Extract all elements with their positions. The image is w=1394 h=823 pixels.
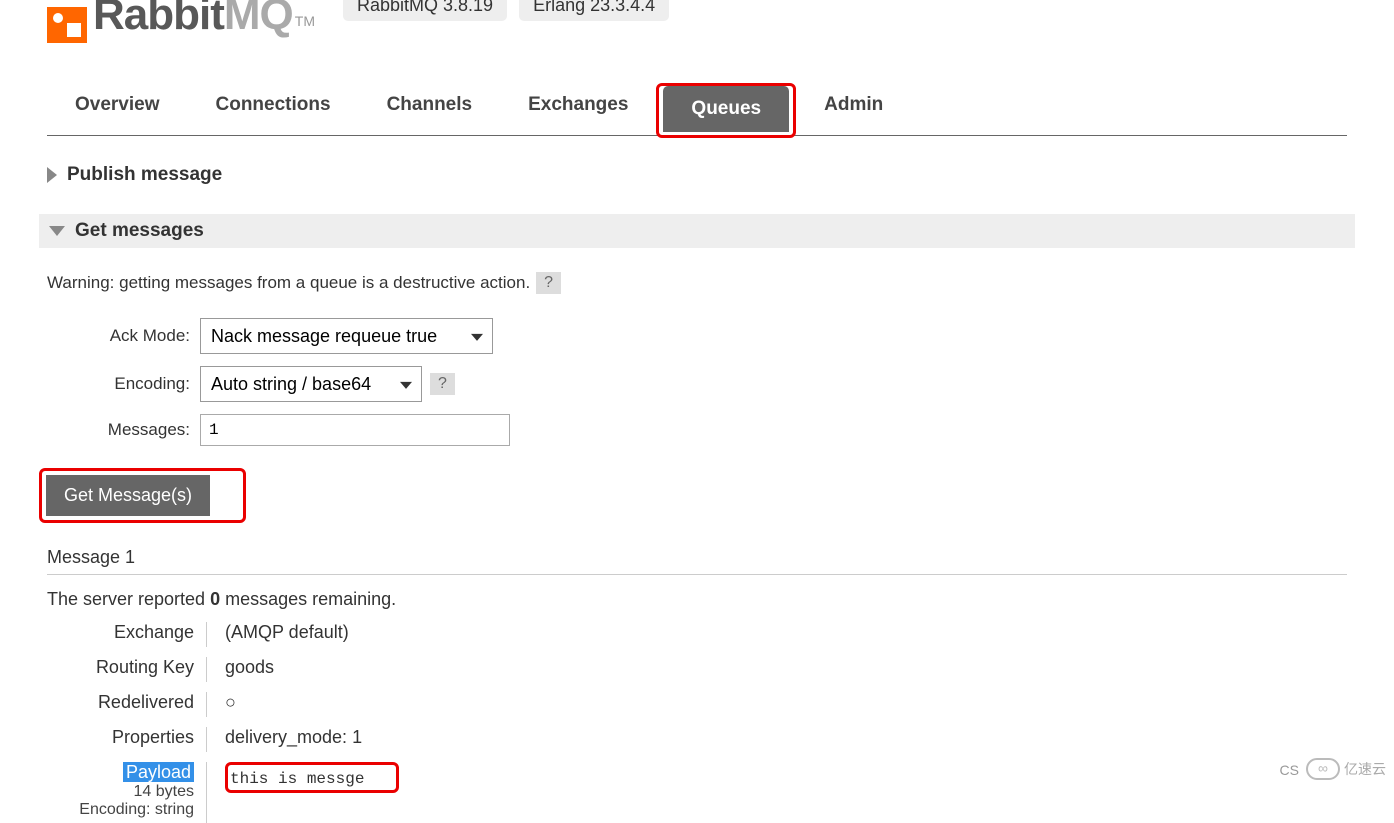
messages-input[interactable] (200, 414, 510, 446)
watermark-cs: CS (1280, 762, 1299, 778)
watermark-brand-text: 亿速云 (1344, 759, 1386, 779)
tab-connections[interactable]: Connections (188, 80, 359, 135)
encoding-label: Encoding: (47, 374, 200, 394)
get-messages-button-highlight: Get Message(s) (39, 468, 246, 523)
encoding-select[interactable]: Auto string / base64 (200, 366, 422, 402)
ack-mode-label: Ack Mode: (47, 326, 200, 346)
logo-text-1: Rabbit (93, 0, 224, 40)
messages-label: Messages: (47, 420, 200, 440)
remaining-post: messages remaining. (220, 589, 396, 609)
properties-val: 1 (352, 727, 362, 747)
properties-key: delivery_mode: (225, 727, 347, 747)
tab-queues-highlight: Queues (656, 83, 796, 138)
payload-value: this is messge (230, 770, 364, 788)
payload-value-cell: this is messge (225, 762, 1347, 823)
warning-help-button[interactable]: ? (536, 272, 561, 294)
section-get-messages: Get messages Warning: getting messages f… (47, 214, 1347, 823)
properties-label: Properties (47, 727, 207, 752)
tab-admin[interactable]: Admin (796, 80, 911, 135)
get-messages-form: Ack Mode: Nack message requeue true Enco… (47, 318, 1347, 446)
redelivered-label: Redelivered (47, 692, 207, 717)
payload-encoding: Encoding: string (47, 801, 194, 819)
cloud-icon (1306, 758, 1340, 780)
payload-label: Payload (123, 762, 194, 782)
ack-mode-select[interactable]: Nack message requeue true (200, 318, 493, 354)
payload-label-cell: Payload 14 bytes Encoding: string (47, 762, 207, 823)
exchange-value: (AMQP default) (225, 622, 1347, 647)
expanded-arrow-icon (49, 226, 65, 236)
publish-message-toggle[interactable]: Publish message (47, 164, 1347, 186)
section-publish-message: Publish message (47, 164, 1347, 186)
routing-key-label: Routing Key (47, 657, 207, 682)
message-header: Message 1 (47, 547, 1347, 575)
get-messages-toggle[interactable]: Get messages (39, 214, 1355, 248)
encoding-help-button[interactable]: ? (430, 373, 455, 395)
properties-value: delivery_mode: 1 (225, 727, 1347, 752)
main-tabs: Overview Connections Channels Exchanges … (47, 80, 1347, 136)
routing-key-value: goods (225, 657, 1347, 682)
messages-remaining: The server reported 0 messages remaining… (47, 589, 1347, 610)
encoding-select-wrap: Auto string / base64 (200, 366, 422, 402)
tab-queues[interactable]: Queues (663, 86, 789, 132)
redelivered-value: ○ (225, 692, 1347, 717)
header-row: Rabbit MQ TM RabbitMQ 3.8.19 Erlang 23.3… (47, 0, 1347, 50)
collapsed-arrow-icon (47, 167, 57, 183)
logo-trademark: TM (295, 13, 315, 29)
warning-text: Warning: getting messages from a queue i… (47, 273, 530, 293)
get-messages-button[interactable]: Get Message(s) (46, 475, 210, 516)
exchange-label: Exchange (47, 622, 207, 647)
ack-mode-select-wrap: Nack message requeue true (200, 318, 493, 354)
erlang-version-badge: Erlang 23.3.4.4 (519, 0, 669, 21)
logo: Rabbit MQ TM (47, 0, 315, 50)
warning-row: Warning: getting messages from a queue i… (47, 272, 1347, 294)
tab-overview[interactable]: Overview (47, 80, 188, 135)
tab-channels[interactable]: Channels (359, 80, 501, 135)
payload-highlight-box: this is messge (225, 762, 399, 793)
get-messages-title: Get messages (75, 220, 204, 242)
remaining-count: 0 (210, 589, 220, 609)
tab-exchanges[interactable]: Exchanges (500, 80, 656, 135)
watermark-brand: 亿速云 (1306, 758, 1386, 780)
publish-message-title: Publish message (67, 164, 222, 186)
logo-text-2: MQ (224, 0, 293, 40)
message-details-table: Exchange (AMQP default) Routing Key good… (47, 622, 1347, 823)
rabbitmq-version-badge: RabbitMQ 3.8.19 (343, 0, 507, 21)
remaining-pre: The server reported (47, 589, 210, 609)
rabbitmq-logo-icon (47, 7, 87, 43)
